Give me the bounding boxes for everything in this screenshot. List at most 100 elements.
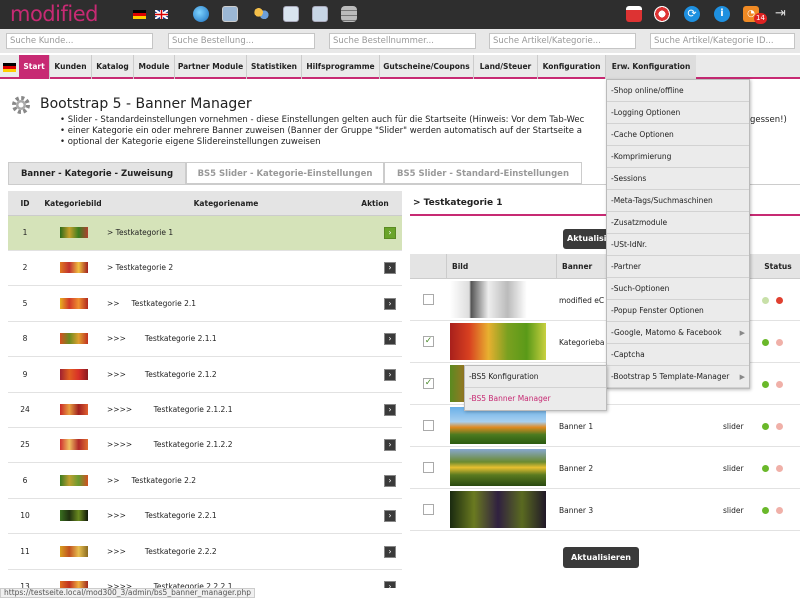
row-action-arrow-icon[interactable]: ›	[384, 439, 396, 452]
tab-banner-kategorie[interactable]: Banner - Kategorie - Zuweisung	[8, 162, 186, 184]
banner-checkbox[interactable]	[423, 462, 434, 473]
row-action-arrow-icon[interactable]: ›	[384, 404, 396, 416]
database-icon[interactable]	[341, 6, 357, 22]
banner-row[interactable]: Banner 2 slider	[410, 447, 800, 489]
banner-checkbox[interactable]	[423, 420, 434, 431]
banner-checkbox[interactable]	[423, 504, 434, 515]
menu-item[interactable]: -Sessions	[607, 168, 749, 190]
status-inactive-dot[interactable]	[776, 297, 783, 304]
table-row[interactable]: 25 >>>> Testkategorie 2.1.2.2 ›	[8, 428, 402, 464]
row-action-arrow-icon[interactable]: ›	[384, 510, 396, 523]
category-name[interactable]: >>>> Testkategorie 2.1.2.2	[107, 440, 232, 449]
banner-checkbox[interactable]: ✓	[423, 378, 434, 389]
status-active-dot[interactable]	[762, 423, 769, 430]
table-row[interactable]: 6 >> Testkategorie 2.2 ›	[8, 464, 402, 499]
nav-hilfsprogramme[interactable]: Hilfsprogramme	[302, 55, 380, 79]
table-row[interactable]: 11 >>> Testkategorie 2.2.2 ›	[8, 535, 402, 570]
row-action-arrow-icon[interactable]: ›	[384, 474, 396, 487]
nav-module[interactable]: Module	[134, 55, 175, 79]
menu-item[interactable]: -Zusatzmodule	[607, 212, 749, 234]
category-name[interactable]: >>> Testkategorie 2.2.1	[107, 511, 217, 520]
menu-item[interactable]: -Meta-Tags/Suchmaschinen	[607, 190, 749, 212]
info-icon[interactable]: i	[714, 6, 730, 22]
menu-item[interactable]: -USt-IdNr.	[607, 234, 749, 256]
nav-partner-module[interactable]: Partner Module	[175, 55, 247, 79]
status-inactive-dot[interactable]	[776, 339, 783, 346]
nav-erw-konfiguration[interactable]: Erw. Konfiguration	[606, 55, 696, 79]
status-active-dot[interactable]	[762, 465, 769, 472]
row-action-arrow-icon[interactable]: ›	[384, 545, 396, 558]
shop-icon[interactable]	[626, 6, 642, 22]
nav-gutscheine[interactable]: Gutscheine/Coupons	[380, 55, 474, 79]
menu-item[interactable]: -Logging Optionen	[607, 102, 749, 124]
flag-en-icon[interactable]	[154, 9, 169, 20]
logout-icon[interactable]: ⇥	[775, 6, 791, 22]
table-row[interactable]: 5 >> Testkategorie 2.1 ›	[8, 287, 402, 322]
banner-row[interactable]: Banner 3 slider	[410, 489, 800, 531]
menu-item[interactable]: -Google, Matomo & Facebook ▶	[607, 322, 749, 344]
update-button-bottom[interactable]: Aktualisieren	[563, 547, 639, 568]
logo[interactable]: modified	[10, 2, 98, 26]
tab-slider-standard[interactable]: BS5 Slider - Standard-Einstellungen	[384, 162, 582, 184]
table-row[interactable]: 8 >>> Testkategorie 2.1.1 ›	[8, 322, 402, 358]
table-row[interactable]: 9 >>> Testkategorie 2.1.2 ›	[8, 358, 402, 393]
category-name[interactable]: >>> Testkategorie 2.1.2	[107, 370, 217, 379]
row-action-arrow-icon[interactable]: ›	[384, 297, 396, 310]
row-action-arrow-icon[interactable]: ›	[384, 333, 396, 346]
flag-de-icon[interactable]	[3, 63, 16, 72]
search-product-input[interactable]: Suche Artikel/Kategorie...	[489, 33, 636, 49]
banner-checkbox[interactable]: ✓	[423, 336, 434, 347]
menu-item-bs5-banner-manager[interactable]: -BS5 Banner Manager	[465, 388, 606, 410]
banner-checkbox[interactable]	[423, 294, 434, 305]
menu-item[interactable]: -Such-Optionen	[607, 278, 749, 300]
row-action-arrow-icon[interactable]: ›	[384, 368, 396, 381]
table-row[interactable]: 10 >>> Testkategorie 2.2.1 ›	[8, 499, 402, 535]
category-name[interactable]: >> Testkategorie 2.2	[107, 476, 196, 485]
category-name[interactable]: >> Testkategorie 2.1	[107, 299, 196, 308]
category-name[interactable]: >>> Testkategorie 2.2.2	[107, 547, 217, 556]
globe-icon[interactable]	[193, 6, 209, 22]
category-name[interactable]: > Testkategorie 2	[107, 263, 173, 272]
refresh-icon[interactable]: ⟳	[684, 6, 700, 22]
nav-statistiken[interactable]: Statistiken	[247, 55, 302, 79]
search-order-number-input[interactable]: Suche Bestellnummer...	[329, 33, 476, 49]
status-inactive-dot[interactable]	[776, 423, 783, 430]
menu-item[interactable]: -Partner	[607, 256, 749, 278]
documents-icon[interactable]	[312, 6, 328, 22]
menu-item[interactable]: -Captcha	[607, 344, 749, 366]
category-name[interactable]: > Testkategorie 1	[107, 228, 173, 237]
menu-item[interactable]: -Popup Fenster Optionen	[607, 300, 749, 322]
status-active-dot[interactable]	[762, 297, 769, 304]
category-name[interactable]: >>> Testkategorie 2.1.1	[107, 334, 217, 343]
table-row[interactable]: 2 > Testkategorie 2 ›	[8, 251, 402, 287]
status-inactive-dot[interactable]	[776, 465, 783, 472]
status-active-dot[interactable]	[762, 339, 769, 346]
search-customer-input[interactable]: Suche Kunde...	[6, 33, 153, 49]
flag-de-icon[interactable]	[133, 10, 146, 19]
nav-konfiguration[interactable]: Konfiguration	[538, 55, 606, 79]
row-action-arrow-icon[interactable]: ›	[384, 227, 396, 239]
store-icon[interactable]	[222, 6, 238, 22]
banner-row[interactable]: Banner 1 slider	[410, 405, 800, 447]
status-active-dot[interactable]	[762, 507, 769, 514]
search-order-input[interactable]: Suche Bestellung...	[168, 33, 315, 49]
nav-land-steuer[interactable]: Land/Steuer	[474, 55, 538, 79]
menu-item[interactable]: -Shop online/offline	[607, 80, 749, 102]
row-action-arrow-icon[interactable]: ›	[384, 262, 396, 275]
table-row[interactable]: 1 > Testkategorie 1 ›	[8, 216, 402, 251]
nav-kunden[interactable]: Kunden	[50, 55, 92, 79]
row-action-arrow-icon[interactable]: ›	[384, 581, 396, 588]
search-product-id-input[interactable]: Suche Artikel/Kategorie ID...	[650, 33, 795, 49]
status-inactive-dot[interactable]	[776, 381, 783, 388]
help-icon[interactable]	[654, 6, 670, 22]
layout-icon[interactable]	[283, 6, 299, 22]
menu-item-bs5-konfiguration[interactable]: -BS5 Konfiguration	[465, 366, 606, 388]
customers-icon[interactable]	[253, 6, 269, 22]
table-row[interactable]: 24 >>>> Testkategorie 2.1.2.1 ›	[8, 393, 402, 428]
nav-katalog[interactable]: Katalog	[92, 55, 134, 79]
menu-item[interactable]: -Cache Optionen	[607, 124, 749, 146]
nav-start[interactable]: Start	[19, 55, 50, 79]
menu-item[interactable]: -Bootstrap 5 Template-Manager ▶	[607, 366, 749, 388]
category-name[interactable]: >>>> Testkategorie 2.1.2.1	[107, 405, 232, 414]
menu-item[interactable]: -Komprimierung	[607, 146, 749, 168]
